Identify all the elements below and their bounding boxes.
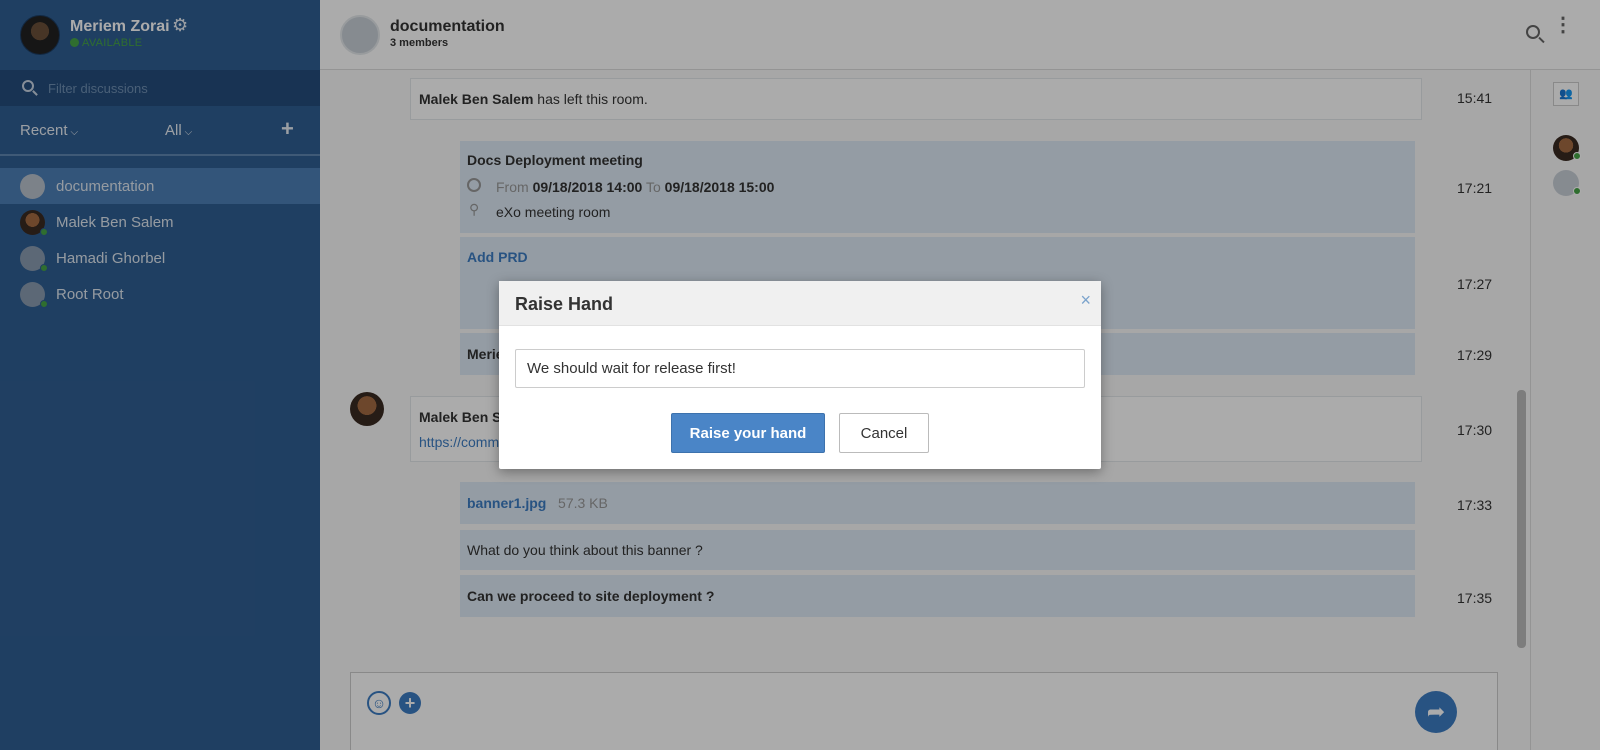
close-icon[interactable]: ×	[1080, 290, 1091, 311]
cancel-button[interactable]: Cancel	[839, 413, 929, 453]
raise-hand-button[interactable]: Raise your hand	[671, 413, 825, 453]
raise-hand-input[interactable]	[515, 349, 1085, 388]
raise-hand-modal: Raise Hand × Raise your hand Cancel	[499, 281, 1101, 469]
modal-title: Raise Hand	[515, 294, 614, 314]
modal-header: Raise Hand ×	[499, 281, 1101, 326]
